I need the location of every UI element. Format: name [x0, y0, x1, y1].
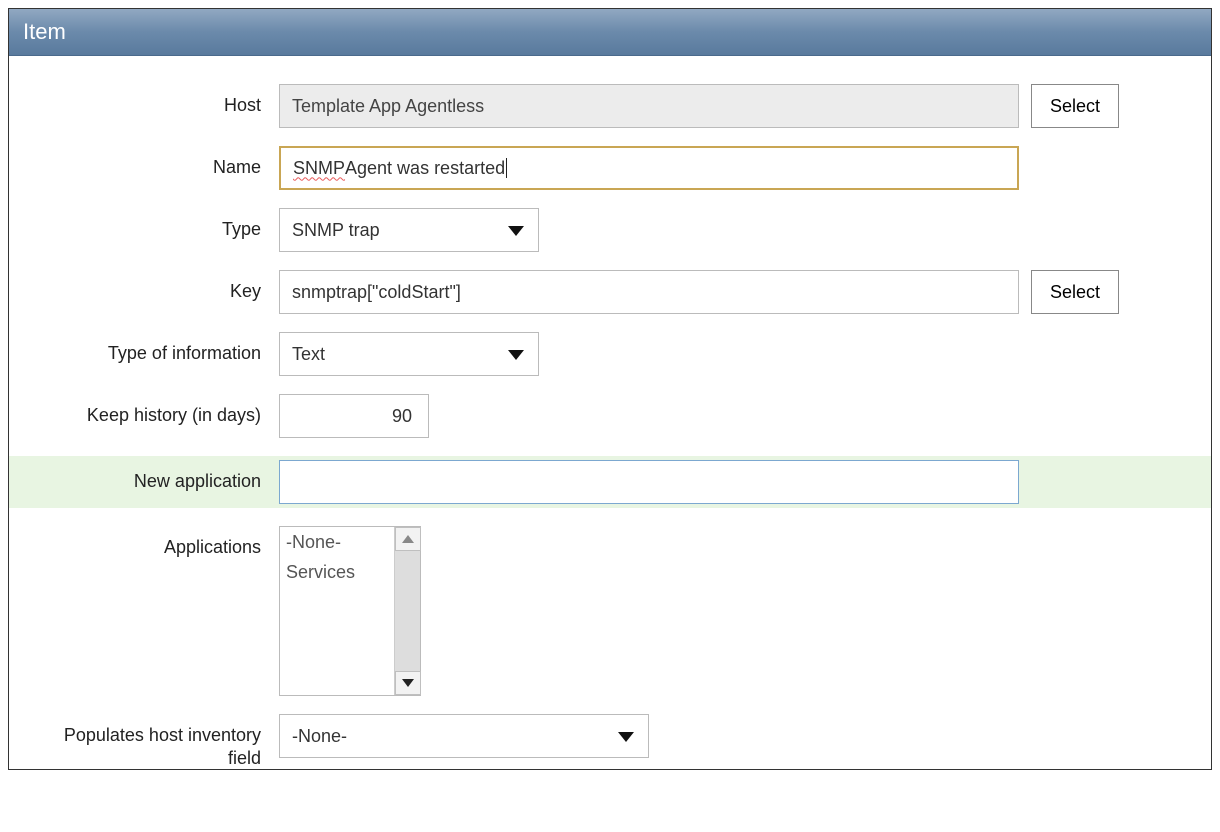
host-field	[279, 84, 1019, 128]
key-field[interactable]	[279, 270, 1019, 314]
label-type: Type	[29, 208, 279, 241]
inventory-select[interactable]: -None-	[279, 714, 649, 758]
row-host: Host Select	[29, 84, 1191, 128]
newapp-field[interactable]	[279, 460, 1019, 504]
row-history: Keep history (in days)	[29, 394, 1191, 438]
row-type: Type SNMP trap	[29, 208, 1191, 252]
scroll-up-button[interactable]	[395, 527, 421, 551]
type-select[interactable]: SNMP trap	[279, 208, 539, 252]
item-panel: Item Host Select Name SNMP Agent was res…	[8, 8, 1212, 770]
row-name: Name SNMP Agent was restarted	[29, 146, 1191, 190]
text-caret	[506, 158, 507, 178]
label-history: Keep history (in days)	[29, 394, 279, 427]
list-item[interactable]: Services	[280, 557, 394, 587]
label-info: Type of information	[29, 332, 279, 365]
host-select-button[interactable]: Select	[1031, 84, 1119, 128]
label-newapp: New application	[29, 460, 279, 493]
info-select-value: Text	[292, 344, 325, 365]
label-apps: Applications	[29, 526, 279, 559]
panel-body: Host Select Name SNMP Agent was restarte…	[9, 56, 1211, 769]
listbox-scrollbar[interactable]	[394, 527, 420, 695]
inventory-select-value: -None-	[292, 726, 347, 747]
label-host: Host	[29, 84, 279, 117]
label-name: Name	[29, 146, 279, 179]
row-info: Type of information Text	[29, 332, 1191, 376]
label-key: Key	[29, 270, 279, 303]
scroll-down-button[interactable]	[395, 671, 421, 695]
name-field-prefix: SNMP	[293, 158, 345, 179]
list-item[interactable]: -None-	[280, 527, 394, 557]
panel-title: Item	[9, 9, 1211, 56]
row-inventory: Populates host inventory field -None-	[29, 714, 1191, 769]
key-select-button[interactable]: Select	[1031, 270, 1119, 314]
row-key: Key Select	[29, 270, 1191, 314]
row-apps: Applications -None- Services	[29, 526, 1191, 696]
applications-listbox[interactable]: -None- Services	[279, 526, 421, 696]
label-inventory: Populates host inventory field	[29, 714, 279, 769]
applications-items: -None- Services	[280, 527, 394, 695]
name-field[interactable]: SNMP Agent was restarted	[279, 146, 1019, 190]
info-select[interactable]: Text	[279, 332, 539, 376]
name-field-suffix: Agent was restarted	[345, 158, 505, 179]
type-select-value: SNMP trap	[292, 220, 380, 241]
row-newapp: New application	[9, 456, 1211, 508]
history-field[interactable]	[279, 394, 429, 438]
